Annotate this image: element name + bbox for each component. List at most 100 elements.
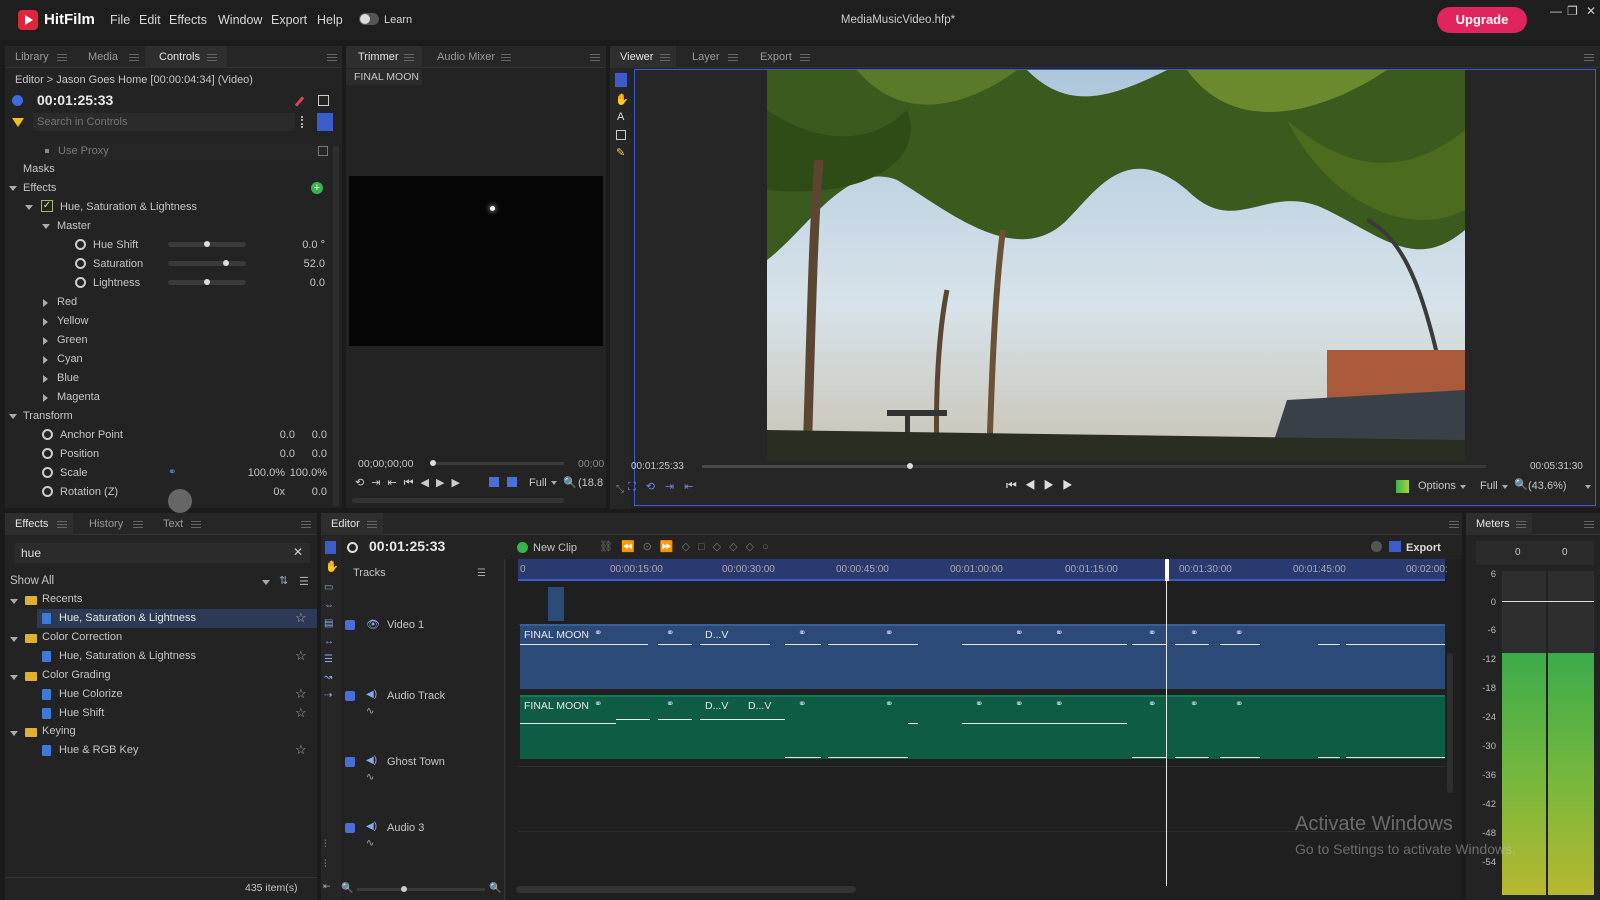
- expand-icon[interactable]: [10, 599, 18, 604]
- slider-knob-icon[interactable]: [204, 279, 210, 285]
- keyframe-ring-icon[interactable]: [75, 239, 86, 250]
- expand-icon[interactable]: [10, 675, 18, 680]
- minimize-icon[interactable]: —: [1550, 4, 1562, 18]
- tree-folder[interactable]: Recents: [42, 593, 82, 605]
- marker-block[interactable]: [548, 587, 564, 621]
- filter-dropdown[interactable]: Show All: [10, 575, 54, 587]
- transform-value[interactable]: 0.0: [295, 448, 327, 460]
- tab-menu-icon[interactable]: [367, 521, 377, 528]
- slider-knob-icon[interactable]: [204, 241, 210, 247]
- tab-menu-icon[interactable]: [728, 54, 738, 61]
- upgrade-button[interactable]: Upgrade: [1437, 7, 1527, 33]
- trimmer-zoom[interactable]: (18.8: [578, 477, 603, 489]
- tab-menu-icon[interactable]: [501, 54, 511, 61]
- trimmer-preview[interactable]: [349, 176, 603, 346]
- tree-folder[interactable]: Keying: [42, 725, 76, 737]
- transform-value[interactable]: 0.0: [235, 448, 295, 460]
- lock-icon[interactable]: [345, 620, 355, 630]
- viewer-mode-icons[interactable]: ⛶⟲⇥⇤: [628, 480, 703, 494]
- new-clip-button[interactable]: New Clip: [533, 542, 577, 554]
- expand-icon[interactable]: [43, 318, 48, 326]
- trimmer-scrubber[interactable]: [430, 462, 564, 465]
- mixer-icons[interactable]: ⫶ ⫶: [324, 835, 327, 875]
- new-clip-icon[interactable]: [517, 542, 528, 553]
- zoom-icon[interactable]: 🔍: [1514, 478, 1528, 491]
- rectangle-tool-icon[interactable]: [616, 130, 626, 140]
- rotation-dial[interactable]: [168, 489, 192, 513]
- options-dropdown[interactable]: Options: [1418, 480, 1456, 492]
- tree-item[interactable]: Hue, Saturation & Lightness: [59, 612, 196, 624]
- tab-menu-icon[interactable]: [800, 54, 810, 61]
- timeline-vscrollbar[interactable]: [1447, 653, 1453, 793]
- tab-history[interactable]: History: [89, 518, 123, 530]
- keyframe-ring-icon[interactable]: [75, 258, 86, 269]
- tab-menu-icon[interactable]: [660, 54, 670, 61]
- speaker-icon[interactable]: ◀): [366, 755, 377, 766]
- tab-menu-icon[interactable]: [57, 54, 67, 61]
- keyframe-ring-icon[interactable]: [42, 429, 53, 440]
- tab-library[interactable]: Library: [15, 51, 49, 63]
- filter-icon[interactable]: [12, 118, 24, 127]
- controls-scrollbar[interactable]: [333, 146, 339, 506]
- tree-item[interactable]: Hue Shift: [59, 707, 104, 719]
- tab-menu-icon[interactable]: [404, 54, 414, 61]
- expand-icon[interactable]: [43, 375, 48, 383]
- favorite-star-icon[interactable]: ☆: [295, 610, 307, 626]
- lock-icon[interactable]: [345, 757, 355, 767]
- text-tool-icon[interactable]: A: [617, 111, 624, 123]
- group-green[interactable]: Green: [57, 334, 88, 346]
- add-effect-icon[interactable]: +: [311, 182, 323, 194]
- zoom-out-icon[interactable]: 🔍: [341, 883, 353, 894]
- waveform-icon[interactable]: ∿: [366, 838, 374, 849]
- panel-layout-icon[interactable]: [318, 95, 329, 106]
- speaker-icon[interactable]: ◀): [366, 821, 377, 832]
- link-icon[interactable]: ⚭: [168, 467, 176, 478]
- group-red[interactable]: Red: [57, 296, 77, 308]
- video-frame[interactable]: [767, 70, 1465, 462]
- effects-search-input[interactable]: [15, 543, 310, 563]
- export-icon[interactable]: [1389, 541, 1401, 552]
- trimmer-playhead-knob[interactable]: [430, 460, 436, 466]
- tab-media[interactable]: Media: [88, 51, 118, 63]
- keyframe-ring-icon[interactable]: [42, 486, 53, 497]
- overlay-icon[interactable]: [507, 477, 517, 487]
- tree-item[interactable]: Hue, Saturation & Lightness: [59, 650, 196, 662]
- render-icon[interactable]: [1371, 541, 1382, 552]
- resize-icon[interactable]: ⤡: [616, 484, 624, 495]
- tree-folder[interactable]: Color Correction: [42, 631, 122, 643]
- param-value[interactable]: 52.0: [255, 258, 325, 270]
- zoom-slider-knob[interactable]: [401, 886, 407, 892]
- group-cyan[interactable]: Cyan: [57, 353, 83, 365]
- group-magenta[interactable]: Magenta: [57, 391, 100, 403]
- select-tool-icon[interactable]: [325, 541, 336, 554]
- color-icon[interactable]: [1396, 480, 1409, 493]
- favorite-star-icon[interactable]: ☆: [295, 648, 307, 664]
- transform-value[interactable]: 0.0: [295, 429, 327, 441]
- viewer-zoom[interactable]: (43.6%): [1528, 480, 1567, 492]
- tab-editor[interactable]: Editor: [331, 518, 360, 530]
- transform-value[interactable]: 0.0: [235, 429, 295, 441]
- tree-item[interactable]: Hue Colorize: [59, 688, 123, 700]
- expand-icon[interactable]: [43, 337, 48, 345]
- effect-expand-icon[interactable]: [25, 205, 33, 210]
- tab-menu-icon[interactable]: [133, 521, 143, 528]
- expand-icon[interactable]: [43, 356, 48, 364]
- collapse-icon[interactable]: ⇤: [323, 881, 331, 892]
- speaker-icon[interactable]: ◀): [366, 689, 377, 700]
- effect-enabled-checkbox[interactable]: ✓: [41, 200, 53, 212]
- controls-timecode[interactable]: 00:01:25:33: [37, 92, 113, 108]
- lock-icon[interactable]: [345, 823, 355, 833]
- lock-icon[interactable]: [345, 691, 355, 701]
- tab-menu-icon[interactable]: [207, 54, 217, 61]
- panel-menu-icon[interactable]: [301, 521, 311, 528]
- tab-menu-icon[interactable]: [1516, 521, 1526, 528]
- waveform-icon[interactable]: ∿: [366, 706, 374, 717]
- select-tool-icon[interactable]: [615, 73, 627, 87]
- master-expand-icon[interactable]: [42, 224, 50, 229]
- waveform-icon[interactable]: ∿: [366, 772, 374, 783]
- export-button[interactable]: Export: [1406, 542, 1441, 554]
- saturation-slider[interactable]: [168, 261, 246, 266]
- clear-search-icon[interactable]: ✕: [293, 545, 303, 559]
- group-yellow[interactable]: Yellow: [57, 315, 88, 327]
- viewer-transport-icons[interactable]: ⏮◀▶▶: [1006, 478, 1081, 493]
